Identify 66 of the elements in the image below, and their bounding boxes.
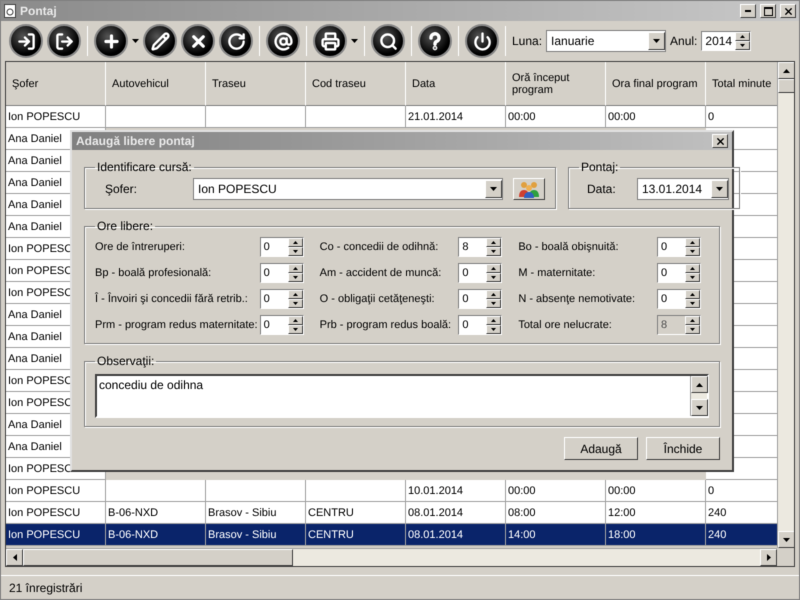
number-field[interactable]: 0 — [260, 237, 304, 257]
field-label: Bo - boală obişnuită: — [518, 241, 619, 253]
field-label: Co - concedii de odihnă: — [320, 241, 438, 253]
date-picker[interactable]: 13.01.2014 — [637, 178, 729, 200]
record-count: 21 înregistrări — [9, 580, 82, 594]
column-header[interactable]: Şofer — [6, 62, 106, 106]
table-cell: 00:00 — [506, 480, 606, 502]
table-cell: 00:00 — [506, 106, 606, 128]
table-cell: Brasov - Sibiu — [206, 524, 306, 546]
table-cell: CENTRU — [306, 502, 406, 524]
number-field[interactable]: 0 — [458, 289, 502, 309]
field-label: M - maternitate: — [518, 267, 596, 279]
field-label: N - absenţe nemotivate: — [518, 293, 636, 305]
group-title: Pontaj: — [580, 160, 620, 174]
field-label: O - obligaţii cetăţeneşti: — [320, 293, 435, 305]
driver-dropdown[interactable]: Ion POPESCU — [193, 178, 503, 200]
column-header[interactable]: Oră început program — [506, 62, 606, 106]
column-header[interactable]: Traseu — [206, 62, 306, 106]
number-field[interactable]: 0 — [657, 263, 701, 283]
number-field[interactable]: 0 — [458, 315, 502, 335]
number-field[interactable]: 0 — [260, 263, 304, 283]
table-cell: Ion POPESCU — [6, 106, 106, 128]
driver-label: Şofer: — [105, 182, 138, 196]
table-cell: 08:00 — [506, 502, 606, 524]
table-cell: 14:00 — [506, 524, 606, 546]
month-dropdown[interactable]: Ianuarie — [546, 30, 666, 52]
number-field[interactable]: 0 — [458, 263, 502, 283]
table-cell: 240 — [706, 524, 777, 546]
column-header[interactable]: Ora final program — [606, 62, 706, 106]
table-cell: B-06-NXD — [106, 524, 206, 546]
table-cell: 21.01.2014 — [406, 106, 506, 128]
table-cell: 00:00 — [606, 480, 706, 502]
table-cell: 12:00 — [606, 502, 706, 524]
table-cell: 00:00 — [606, 106, 706, 128]
table-cell: 0 — [706, 480, 777, 502]
notes-field[interactable]: concediu de odihna — [95, 374, 709, 418]
number-field[interactable]: 2014 — [701, 31, 752, 51]
number-field[interactable]: 0 — [260, 289, 304, 309]
field-label: Total ore nelucrate: — [518, 319, 612, 331]
number-field[interactable]: 0 — [657, 237, 701, 257]
table-cell: Ion POPESCU — [6, 524, 106, 546]
table-cell: 18:00 — [606, 524, 706, 546]
window-title: Pontaj — [20, 4, 58, 18]
table-cell: Ion POPESCU — [6, 502, 106, 524]
column-header[interactable]: Autovehicul — [106, 62, 206, 106]
field-label: Prb - program redus boală: — [320, 319, 452, 331]
field-label: Am - accident de muncă: — [320, 267, 442, 279]
table-cell: CENTRU — [306, 524, 406, 546]
table-cell: Ion POPESCU — [6, 480, 106, 502]
column-header[interactable]: Data — [406, 62, 506, 106]
year-label: Anul: — [670, 34, 698, 48]
column-header[interactable]: Cod traseu — [306, 62, 406, 106]
table-cell: 240 — [706, 502, 777, 524]
add-button[interactable]: Adaugă — [564, 437, 638, 460]
table-cell: Brasov - Sibiu — [206, 502, 306, 524]
month-label: Luna: — [512, 34, 542, 48]
close-dialog-button[interactable]: Închide — [646, 437, 720, 460]
number-field[interactable]: 0 — [260, 315, 304, 335]
table-cell: 08.01.2014 — [406, 502, 506, 524]
table-cell: 10.01.2014 — [406, 480, 506, 502]
table-cell: 08.01.2014 — [406, 524, 506, 546]
number-field[interactable]: 0 — [657, 289, 701, 309]
table-cell: 0 — [706, 106, 777, 128]
table-cell: B-06-NXD — [106, 502, 206, 524]
date-label: Data: — [587, 182, 617, 196]
number-field[interactable]: 8 — [458, 237, 502, 257]
